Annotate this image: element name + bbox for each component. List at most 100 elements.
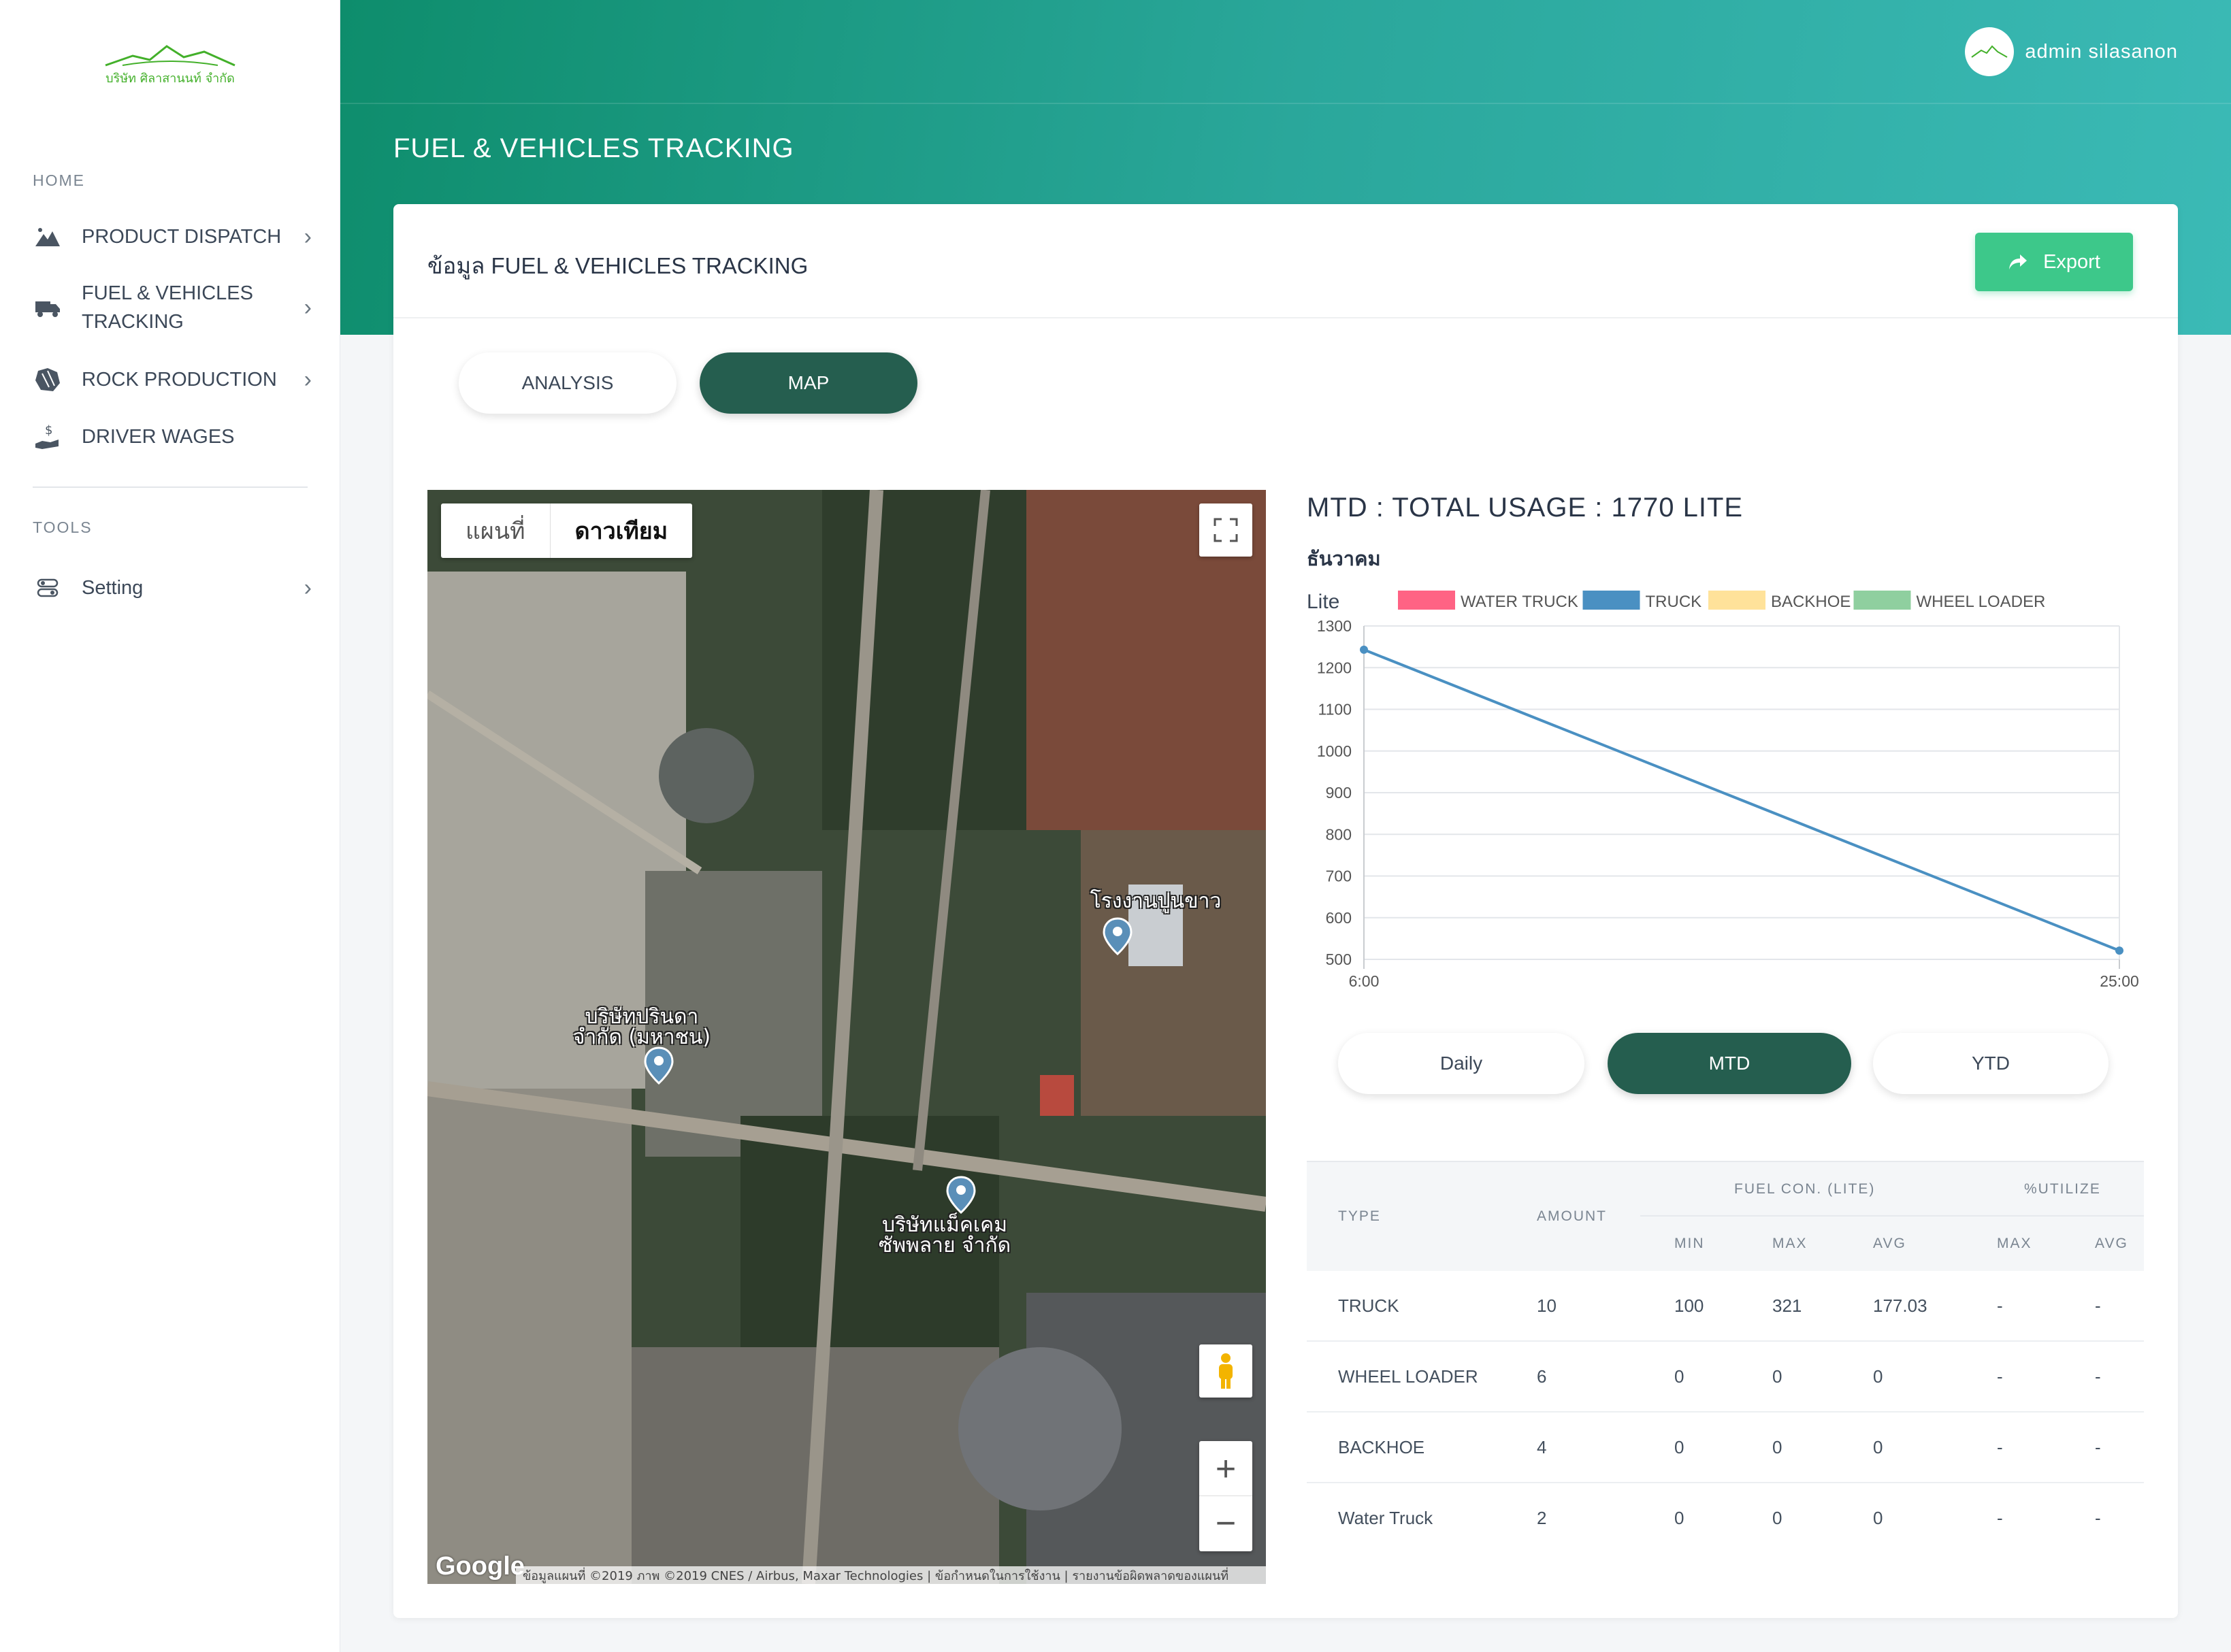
x-tick-label: 6:00 (1349, 972, 1380, 990)
y-tick-label: 1300 (1317, 617, 1352, 635)
sidebar-item-rock-production[interactable]: ROCK PRODUCTION › (33, 365, 312, 395)
cell-util-avg: - (2095, 1295, 2101, 1316)
page-title: FUEL & VEHICLES TRACKING (393, 133, 794, 163)
truck-icon (33, 293, 63, 323)
legend-label: WHEEL LOADER (1917, 593, 2046, 611)
usage-month: ธันวาคม (1307, 547, 1381, 570)
tab-analysis[interactable]: ANALYSIS (459, 352, 677, 414)
fullscreen-button[interactable] (1199, 503, 1252, 557)
sidebar-item-product-dispatch[interactable]: PRODUCT DISPATCH › (33, 222, 312, 252)
company-logo[interactable]: บริษัท ศิลาสานนท์ จำกัด (102, 42, 238, 97)
series-line-truck (1363, 648, 2120, 952)
table-header: TYPE AMOUNT FUEL CON. (LITE) %UTILIZE MI… (1307, 1161, 2144, 1271)
cell-amount: 2 (1537, 1508, 1547, 1528)
y-tick-label: 1000 (1317, 742, 1352, 760)
legend-swatch (1582, 591, 1640, 610)
google-logo: Google (436, 1552, 525, 1581)
map-pin-icon[interactable] (1103, 917, 1133, 955)
avatar (1965, 27, 2015, 76)
col-fuel-group: FUEL CON. (LITE) (1734, 1181, 1876, 1197)
sidebar-item-fuel-vehicles[interactable]: FUEL & VEHICLES TRACKING › (33, 279, 312, 336)
cell-type: TRUCK (1338, 1295, 1399, 1316)
map-pin-icon[interactable] (644, 1046, 674, 1085)
sidebar-item-label: ROCK PRODUCTION (82, 369, 277, 391)
sidebar-item-label: PRODUCT DISPATCH (82, 226, 282, 248)
satellite-imagery (427, 490, 1266, 1584)
chevron-right-icon: › (304, 574, 312, 601)
y-tick-label: 500 (1326, 951, 1352, 968)
cell-util-max: - (1997, 1366, 2003, 1387)
street-view-pegman[interactable] (1199, 1344, 1252, 1398)
cell-amount: 4 (1537, 1437, 1547, 1457)
sidebar-item-driver-wages[interactable]: $ DRIVER WAGES (33, 422, 312, 452)
fullscreen-icon (1214, 518, 1238, 542)
user-menu[interactable]: admin silasanon (1965, 27, 2178, 76)
user-name: admin silasanon (2025, 40, 2178, 63)
rock-icon (33, 365, 63, 395)
map-place-label: บริษัทปรินดา จำกัด (มหาชน) (572, 1005, 711, 1049)
card-title: ข้อมูล FUEL & VEHICLES TRACKING (427, 253, 809, 278)
export-button[interactable]: Export (1975, 233, 2133, 291)
table-row: BACKHOE 4 0 0 0 - - (1307, 1413, 2144, 1483)
col-min: MIN (1674, 1236, 1705, 1251)
company-logo-text: บริษัท ศิลาสานนท์ จำกัด (105, 71, 235, 86)
cell-avg: 0 (1873, 1508, 1883, 1528)
zoom-in-button[interactable]: + (1199, 1442, 1252, 1496)
wage-hand-icon: $ (33, 422, 63, 452)
tab-map[interactable]: MAP (700, 352, 917, 414)
zoom-control: + − (1199, 1441, 1252, 1551)
legend-swatch (1708, 591, 1765, 610)
y-tick-label: 600 (1326, 909, 1352, 927)
cell-min: 0 (1674, 1437, 1684, 1457)
sidebar-item-setting[interactable]: Setting › (33, 573, 312, 603)
period-ytd-button[interactable]: YTD (1873, 1033, 2108, 1094)
cell-util-max: - (1997, 1437, 2003, 1457)
sidebar-item-label: DRIVER WAGES (82, 426, 235, 448)
period-daily-button[interactable]: Daily (1338, 1033, 1584, 1094)
cell-util-avg: - (2095, 1366, 2101, 1387)
zoom-out-button[interactable]: − (1199, 1496, 1252, 1551)
satellite-map[interactable]: แผนที่ ดาวเทียม + − โรงงานปูนขาว บริษัทป… (427, 490, 1266, 1584)
cell-min: 0 (1674, 1508, 1684, 1528)
fuel-usage-chart: Lite WATER TRUCK TRUCK BACKHOE WHEEL LOADER 5… (1307, 591, 2139, 990)
period-mtd-button[interactable]: MTD (1608, 1033, 1851, 1094)
cell-amount: 6 (1537, 1366, 1547, 1387)
export-label: Export (2043, 250, 2100, 273)
col-type: TYPE (1338, 1208, 1381, 1224)
map-pin-icon[interactable] (946, 1176, 976, 1214)
map-type-control: แผนที่ ดาวเทียม (441, 503, 693, 558)
map-type-satellite-button[interactable]: ดาวเทียม (549, 503, 693, 558)
legend-label: BACKHOE (1771, 593, 1851, 611)
cell-util-max: - (1997, 1295, 2003, 1316)
map-type-map-button[interactable]: แผนที่ (441, 503, 550, 558)
cell-type: WHEEL LOADER (1338, 1366, 1478, 1387)
period-ytd-label: YTD (1972, 1053, 2010, 1074)
chevron-right-icon: › (304, 294, 312, 320)
cell-min: 100 (1674, 1295, 1704, 1316)
legend-label: TRUCK (1646, 593, 1702, 611)
cell-max: 321 (1772, 1295, 1802, 1316)
sidebar-item-label: Setting (82, 577, 144, 599)
map-place-label: โรงงานปูนขาว (1090, 889, 1222, 913)
col-avg: AVG (1873, 1236, 1906, 1251)
period-mtd-label: MTD (1708, 1053, 1750, 1074)
cell-type: BACKHOE (1338, 1437, 1425, 1457)
map-attribution[interactable]: ข้อมูลแผนที่ ©2019 ภาพ ©2019 CNES / Airb… (516, 1566, 1266, 1584)
tools-section-label: TOOLS (33, 518, 93, 536)
cell-util-max: - (1997, 1508, 2003, 1528)
legend-swatch (1853, 591, 1911, 610)
header-divider (340, 103, 2231, 104)
data-point (1360, 645, 1368, 654)
cell-avg: 0 (1873, 1437, 1883, 1457)
pegman-icon (1219, 1353, 1233, 1389)
map-place-label: บริษัทแม็คเคม ซัพพลาย จำกัด (878, 1213, 1011, 1257)
legend-swatch (1398, 591, 1455, 610)
cell-util-avg: - (2095, 1508, 2101, 1528)
settings-icon (33, 573, 63, 603)
chevron-right-icon: › (304, 366, 312, 393)
usage-title: MTD : TOTAL USAGE : 1770 LITE (1307, 493, 1744, 523)
cell-avg: 0 (1873, 1366, 1883, 1387)
mountain-icon (33, 222, 63, 252)
period-daily-label: Daily (1439, 1053, 1483, 1074)
col-util-avg: AVG (2095, 1236, 2128, 1251)
